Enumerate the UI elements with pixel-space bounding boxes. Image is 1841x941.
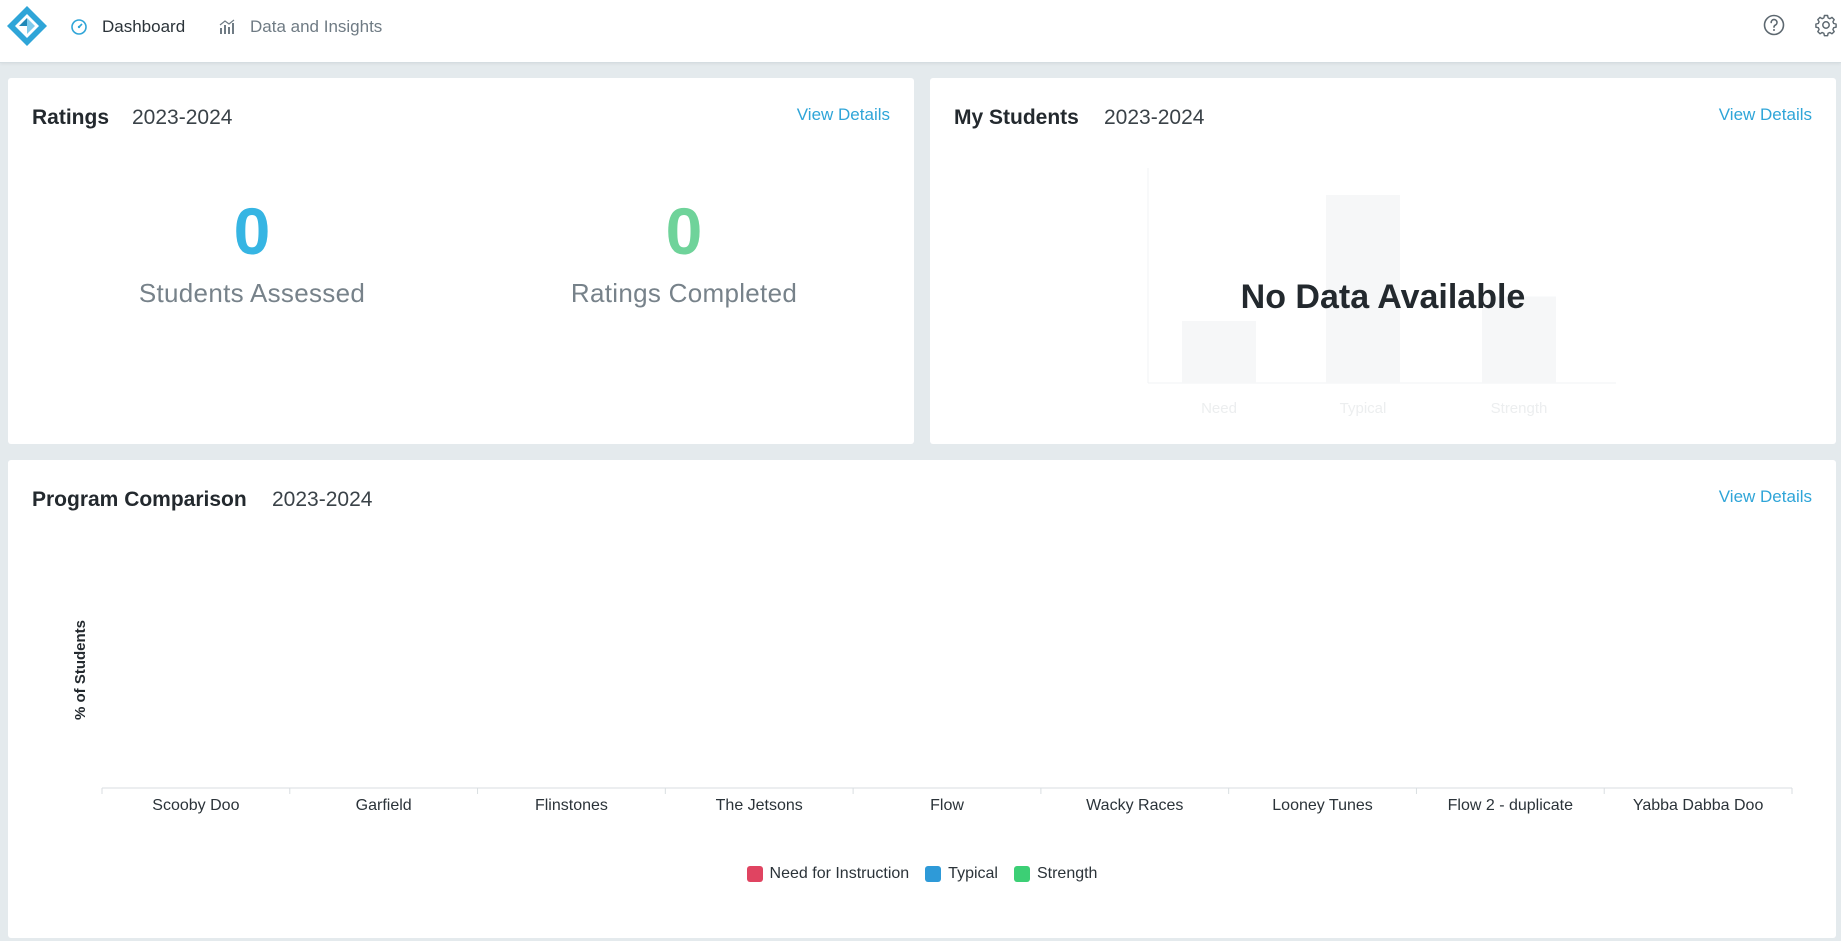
ratings-view-details-link[interactable]: View Details	[797, 105, 890, 125]
nav-dashboard-label: Dashboard	[102, 17, 186, 36]
nav-data-and-insights[interactable]: Data and Insights	[218, 14, 382, 40]
ghost-tick-label: Typical	[1340, 400, 1387, 417]
legend-item[interactable]: Strength	[1013, 865, 1098, 883]
legend-item[interactable]: Need for Instruction	[746, 865, 910, 883]
students-assessed-stat: 0 Students Assessed	[92, 198, 412, 309]
chart-legend: Need for Instruction Typical Strength	[8, 865, 1836, 883]
my-students-year: 2023-2024	[1104, 106, 1205, 129]
ghost-bar	[1182, 320, 1256, 383]
legend-swatch	[746, 866, 763, 882]
x-tick-label: Yabba Dabba Doo	[1633, 797, 1764, 814]
x-tick-label: The Jetsons	[716, 797, 803, 814]
ratings-completed-value: 0	[665, 194, 703, 268]
settings-gear-icon[interactable]	[1814, 13, 1838, 37]
my-students-card: Need Typical Strength My Students 2023-202…	[930, 78, 1836, 444]
ghost-tick-label: Need	[1201, 400, 1237, 417]
help-icon[interactable]	[1762, 13, 1786, 37]
ratings-completed-stat: 0 Ratings Completed	[524, 198, 844, 309]
app-logo-icon[interactable]	[6, 5, 48, 47]
x-tick-label: Flow	[930, 797, 964, 814]
program-comparison-year: 2023-2024	[272, 488, 373, 511]
nav-dashboard[interactable]: Dashboard	[70, 14, 185, 40]
legend-swatch	[1013, 866, 1030, 882]
x-tick-label: Garfield	[356, 797, 412, 814]
program-comparison-view-details-link[interactable]: View Details	[1719, 487, 1812, 507]
x-tick-label: Wacky Races	[1086, 797, 1183, 814]
x-tick-label: Looney Tunes	[1272, 797, 1373, 814]
program-comparison-title: Program Comparison	[32, 488, 247, 511]
legend-label: Strength	[1036, 865, 1098, 882]
my-students-view-details-link[interactable]: View Details	[1719, 105, 1812, 125]
legend-label: Need for Instruction	[769, 865, 910, 882]
nav-insights-label: Data and Insights	[250, 17, 383, 36]
ratings-year: 2023-2024	[132, 106, 233, 129]
my-students-placeholder-chart: Need Typical Strength	[1147, 168, 1616, 417]
x-tick-label: Flow 2 - duplicate	[1448, 797, 1573, 814]
ghost-tick-label: Strength	[1491, 400, 1548, 417]
ratings-card: Ratings 2023-2024 View Details 0 Student…	[8, 78, 914, 444]
y-axis-label: % of Students	[72, 620, 89, 720]
students-assessed-label: Students Assessed	[138, 278, 366, 308]
program-comparison-card: % of Students Scooby Doo Garfield Flinstone…	[8, 460, 1836, 938]
no-data-message: No Data Available	[1240, 278, 1526, 316]
bar-chart-icon	[219, 19, 235, 34]
speedometer-icon	[71, 19, 87, 35]
students-assessed-value: 0	[233, 194, 271, 268]
legend-label: Typical	[948, 865, 998, 882]
legend-swatch	[925, 866, 942, 882]
my-students-title: My Students	[954, 106, 1079, 129]
x-tick-label: Scooby Doo	[152, 797, 239, 814]
x-tick-label: Flinstones	[535, 797, 608, 814]
ratings-title: Ratings	[32, 106, 110, 129]
legend-item[interactable]: Typical	[925, 865, 998, 883]
ratings-completed-label: Ratings Completed	[570, 278, 798, 308]
top-navigation-bar: Dashboard Data and Insights	[0, 0, 1841, 63]
